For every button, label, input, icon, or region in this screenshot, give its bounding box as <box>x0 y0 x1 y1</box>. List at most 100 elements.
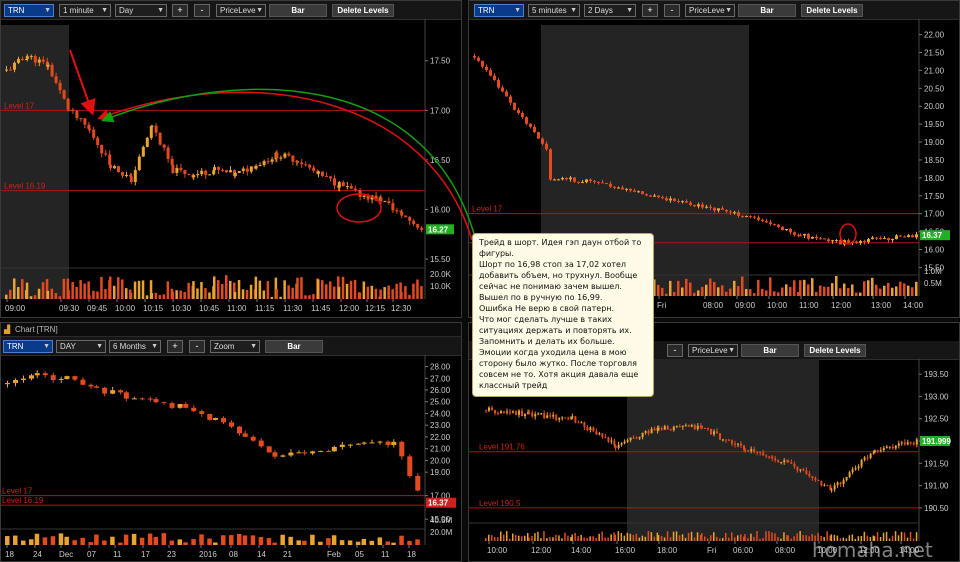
x-tick-label: 10:15 <box>143 304 164 313</box>
zoom-out-button[interactable]: - <box>194 4 210 17</box>
price-mode-select[interactable]: PriceLeve ▼ <box>688 344 738 357</box>
volume-bar <box>805 535 807 541</box>
candle-body <box>839 482 842 485</box>
volume-bar <box>383 287 386 299</box>
candle-body <box>171 164 175 173</box>
y-tick-label: 191.50 <box>924 459 949 468</box>
volume-bar <box>150 293 154 299</box>
volume-bar <box>497 537 499 541</box>
candle-body <box>638 437 641 439</box>
candle-body <box>113 166 116 169</box>
price-mode-select[interactable]: PriceLeve ▼ <box>216 4 266 17</box>
delete-levels-button[interactable]: Delete Levels <box>801 4 863 17</box>
candle-body <box>661 197 664 199</box>
candle-body <box>857 466 860 469</box>
bar-button[interactable]: Bar <box>265 340 323 353</box>
x-tick-label: 11:00 <box>227 304 247 313</box>
volume-bar <box>318 541 323 545</box>
symbol-value: TRN <box>8 6 25 15</box>
symbol-input[interactable]: TRN ▼ <box>3 340 53 353</box>
range-select[interactable]: 2 Days ▼ <box>584 4 636 17</box>
last-price-value: 191.999 <box>922 437 951 446</box>
volume-bar <box>777 292 780 296</box>
zoom-out-button[interactable]: - <box>664 4 680 17</box>
candle-body <box>644 431 647 433</box>
candle-body <box>574 416 577 423</box>
volume-bar <box>769 277 772 296</box>
range-select[interactable]: Day ▼ <box>115 4 167 17</box>
zoom-out-button[interactable]: - <box>189 340 205 353</box>
candle-body <box>843 240 846 245</box>
interval-select[interactable]: 5 minutes ▼ <box>528 4 580 17</box>
price-chart[interactable]: 17.50 17.00 16.50 16.00 15.50 Level 17 Level 1… <box>1 19 462 318</box>
zoom-out-button[interactable]: - <box>667 344 683 357</box>
x-tick-label: 05 <box>355 550 364 559</box>
volume-bar <box>799 280 802 296</box>
candle-body <box>713 431 715 435</box>
delete-levels-button[interactable]: Delete Levels <box>332 4 394 17</box>
candle-body <box>830 489 833 491</box>
chart-panel-daily: ▟ Chart [TRN] TRN ▼ DAY ▼ 6 Months ▼ + - Zoo… <box>0 322 462 562</box>
volume-bar <box>907 285 910 296</box>
volume-bar <box>13 278 16 299</box>
candle-body <box>254 165 258 169</box>
zoom-in-button[interactable]: + <box>642 4 658 17</box>
zoom-select[interactable]: Zoom ▼ <box>210 340 260 353</box>
volume-bar <box>863 281 866 296</box>
volume-bar <box>250 535 256 545</box>
delete-levels-button[interactable]: Delete Levels <box>804 344 866 357</box>
x-tick-label: 18 <box>5 550 14 559</box>
price-mode-select[interactable]: PriceLeve ▼ <box>685 4 735 17</box>
volume-bar <box>689 282 692 296</box>
symbol-input[interactable]: TRN ▼ <box>474 4 524 17</box>
bar-button[interactable]: Bar <box>741 344 799 357</box>
y-tick-label: 19.00 <box>430 468 451 477</box>
candle-body <box>737 212 740 216</box>
zoom-in-button[interactable]: + <box>167 340 183 353</box>
symbol-input[interactable]: TRN ▼ <box>4 4 54 17</box>
candle-body <box>183 403 189 408</box>
y-tick-label: 20.50 <box>924 84 945 93</box>
volume-bar <box>543 531 545 541</box>
x-tick-label: 12:15 <box>365 304 386 313</box>
candle-body <box>416 224 420 228</box>
volume-bar <box>823 286 826 296</box>
volume-bar <box>586 538 588 541</box>
candle-body <box>669 429 672 431</box>
volume-bar <box>296 540 301 545</box>
volume-bar <box>552 537 554 541</box>
candle-body <box>799 235 802 237</box>
zoom-in-button[interactable]: + <box>172 4 188 17</box>
note-line: Вышел по в ручную по 16,99. <box>479 293 603 302</box>
candle-body <box>808 473 811 477</box>
x-tick-label: 10:00 <box>115 304 136 313</box>
symbol-value: TRN <box>478 6 495 15</box>
volume-tick-label: 40.5M <box>430 516 453 525</box>
range-select[interactable]: 6 Months ▼ <box>109 340 161 353</box>
candle-body <box>339 444 345 447</box>
candle-body <box>291 155 295 162</box>
candle-body <box>208 174 212 176</box>
candle-body <box>819 238 822 240</box>
interval-select[interactable]: DAY ▼ <box>56 340 106 353</box>
candle-body <box>647 431 650 434</box>
price-chart[interactable]: 28.00 27.00 26.00 25.00 24.00 23.00 22.00 21.00… <box>1 355 462 562</box>
volume-bar <box>71 282 74 299</box>
volume-bar <box>783 532 785 541</box>
candle-body <box>903 236 906 238</box>
bar-button[interactable]: Bar <box>738 4 796 17</box>
bar-button[interactable]: Bar <box>269 4 327 17</box>
candle-body <box>678 426 681 428</box>
candle-body <box>871 237 874 240</box>
candle-body <box>891 239 894 241</box>
volume-bar <box>705 284 708 296</box>
candle-body <box>873 450 876 453</box>
candle-body <box>391 203 395 211</box>
x-tick-label: 12:00 <box>339 304 360 313</box>
interval-select[interactable]: 1 minute ▼ <box>59 4 111 17</box>
volume-bar <box>793 536 795 541</box>
volume-bar <box>204 288 207 299</box>
volume-bar <box>233 291 237 299</box>
y-tick-label: 18.50 <box>924 156 945 165</box>
candle-body <box>221 169 224 171</box>
